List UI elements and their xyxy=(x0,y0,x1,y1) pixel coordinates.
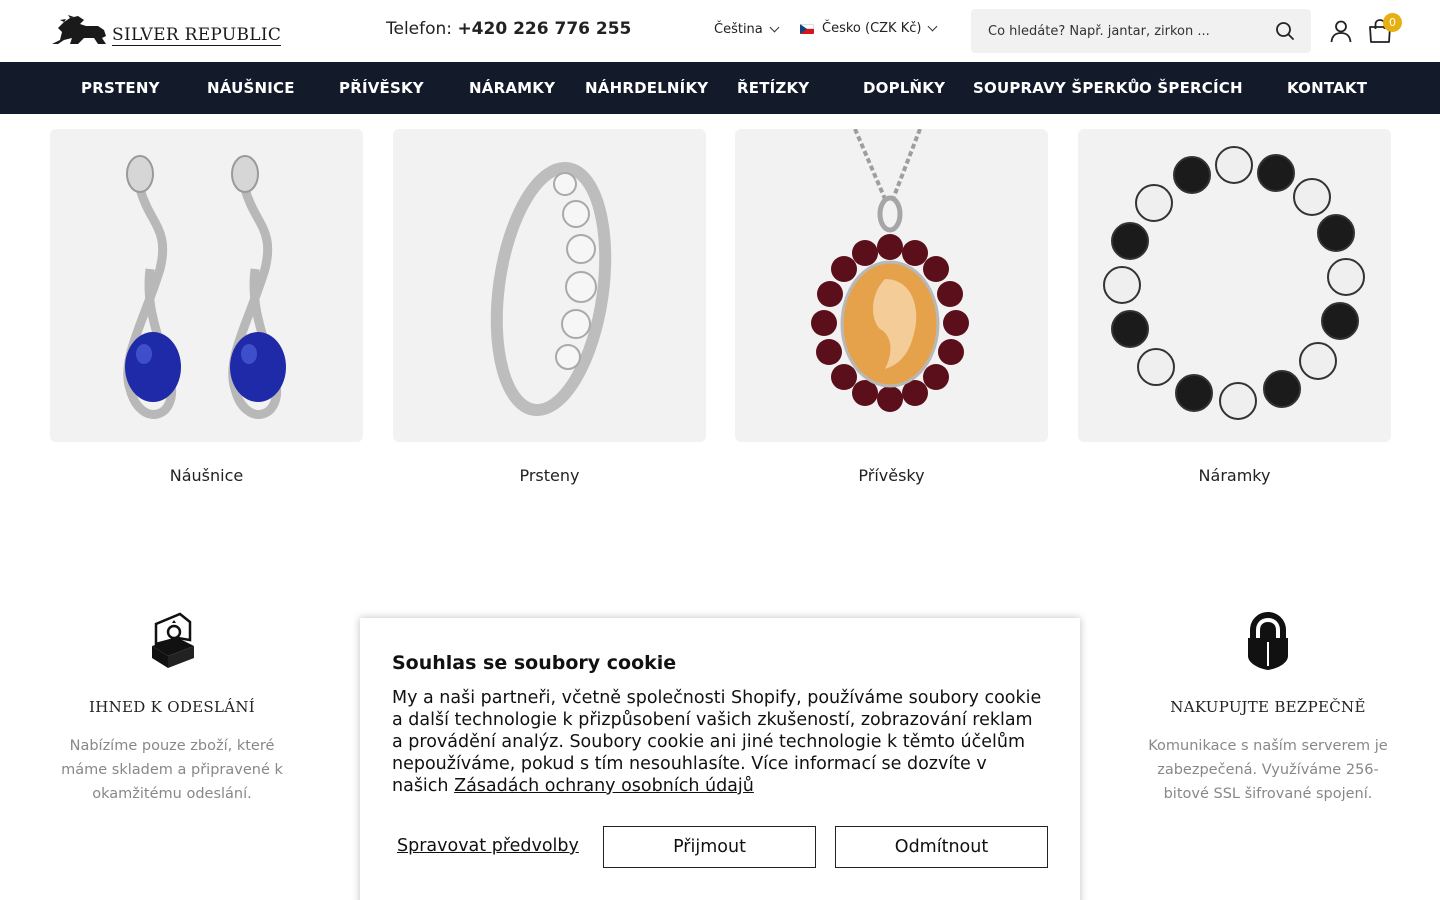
feature-description: Komunikace s naším serverem je zabezpeče… xyxy=(1148,738,1388,802)
cookie-text: My a naši partneři, včetně společnosti S… xyxy=(392,687,1048,797)
manage-preferences-link[interactable]: Spravovat předvolby xyxy=(397,836,579,856)
nav-item-naramky[interactable]: NÁRAMKY xyxy=(469,79,555,97)
lapis-earrings-image xyxy=(50,129,363,442)
shield-lock-icon xyxy=(1248,612,1288,670)
search-input[interactable] xyxy=(971,23,1261,39)
country-selector[interactable]: Česko (CZK Kč) xyxy=(800,21,938,36)
category-label: Náušnice xyxy=(169,466,244,485)
category-card-privesky[interactable]: Přívěsky xyxy=(735,129,1048,485)
nav-item-soupravy[interactable]: SOUPRAVY ŠPERKŮ xyxy=(973,79,1140,97)
chevron-down-icon xyxy=(928,21,938,32)
accept-button[interactable]: Přijmout xyxy=(603,826,816,868)
nav-item-nausnice[interactable]: NÁUŠNICE xyxy=(207,79,295,97)
category-card-naramky[interactable]: Náramky xyxy=(1078,129,1391,485)
category-card-nausnice[interactable]: Náušnice xyxy=(50,129,363,485)
beaded-bracelet-image xyxy=(1078,129,1391,442)
privacy-policy-link[interactable]: Zásadách ochrany osobních údajů xyxy=(454,776,754,796)
search-box xyxy=(971,9,1311,53)
language-label: Čeština xyxy=(714,22,763,37)
decline-button[interactable]: Odmítnout xyxy=(835,826,1048,868)
phone-label: Telefon: xyxy=(386,19,453,39)
chevron-down-icon xyxy=(769,22,780,33)
category-label: Náramky xyxy=(1198,466,1271,485)
feature-secure-shopping: NAKUPUJTE BEZPEČNĚ Komunikace s naším se… xyxy=(1148,610,1388,806)
feature-description: Nabízíme pouze zboží, které máme skladem… xyxy=(61,738,283,802)
nav-item-o-sperkach[interactable]: O ŠPERCÍCH xyxy=(1139,79,1243,97)
category-label: Přívěsky xyxy=(858,466,925,485)
czech-flag-icon xyxy=(800,23,814,34)
feature-title: NAKUPUJTE BEZPEČNĚ xyxy=(1170,698,1366,716)
nav-item-retizky[interactable]: ŘETÍZKY xyxy=(737,79,809,97)
nav-item-doplnky[interactable]: DOPLŇKY xyxy=(863,79,945,97)
category-label: Prsteny xyxy=(519,466,580,485)
lion-logo-icon xyxy=(52,15,106,44)
nav-item-prsteny[interactable]: PRSTENY xyxy=(81,79,160,97)
search-icon[interactable] xyxy=(1275,21,1295,41)
category-grid: Náušnice Prsteny Přívěsky Náramky xyxy=(50,129,1391,489)
nav-item-privesky[interactable]: PŘÍVĚSKY xyxy=(339,79,424,97)
language-selector[interactable]: Čeština xyxy=(714,22,780,37)
ring-box-icon xyxy=(152,612,194,668)
main-nav: PRSTENY NÁUŠNICE PŘÍVĚSKY NÁRAMKY NÁHRDE… xyxy=(0,62,1440,114)
cart-count-badge: 0 xyxy=(1383,13,1402,32)
logo-text: SILVER REPUBLIC xyxy=(112,25,282,46)
feature-ready-to-ship: IHNED K ODESLÁNÍ Nabízíme pouze zboží, k… xyxy=(52,610,292,806)
cookie-actions: Spravovat předvolby Přijmout Odmítnout xyxy=(392,826,1048,868)
cookie-consent-banner: Souhlas se soubory cookie My a naši part… xyxy=(360,618,1080,900)
cameo-pendant-image xyxy=(735,129,1048,442)
logo[interactable]: SILVER REPUBLIC xyxy=(50,14,282,46)
feature-title: IHNED K ODESLÁNÍ xyxy=(88,698,256,716)
account-icon[interactable] xyxy=(1329,19,1353,43)
zircon-ring-image xyxy=(393,129,706,442)
phone-number[interactable]: +420 226 776 255 xyxy=(457,19,631,39)
site-header: SILVER REPUBLIC Telefon: +420 226 776 25… xyxy=(0,0,1440,62)
cookie-title: Souhlas se soubory cookie xyxy=(392,652,677,674)
country-label: Česko (CZK Kč) xyxy=(822,21,922,36)
category-card-prsteny[interactable]: Prsteny xyxy=(393,129,706,485)
phone-contact: Telefon: +420 226 776 255 xyxy=(386,19,631,39)
nav-item-kontakt[interactable]: KONTAKT xyxy=(1287,79,1367,97)
nav-item-nahrdelniky[interactable]: NÁHRDELNÍKY xyxy=(585,79,708,97)
